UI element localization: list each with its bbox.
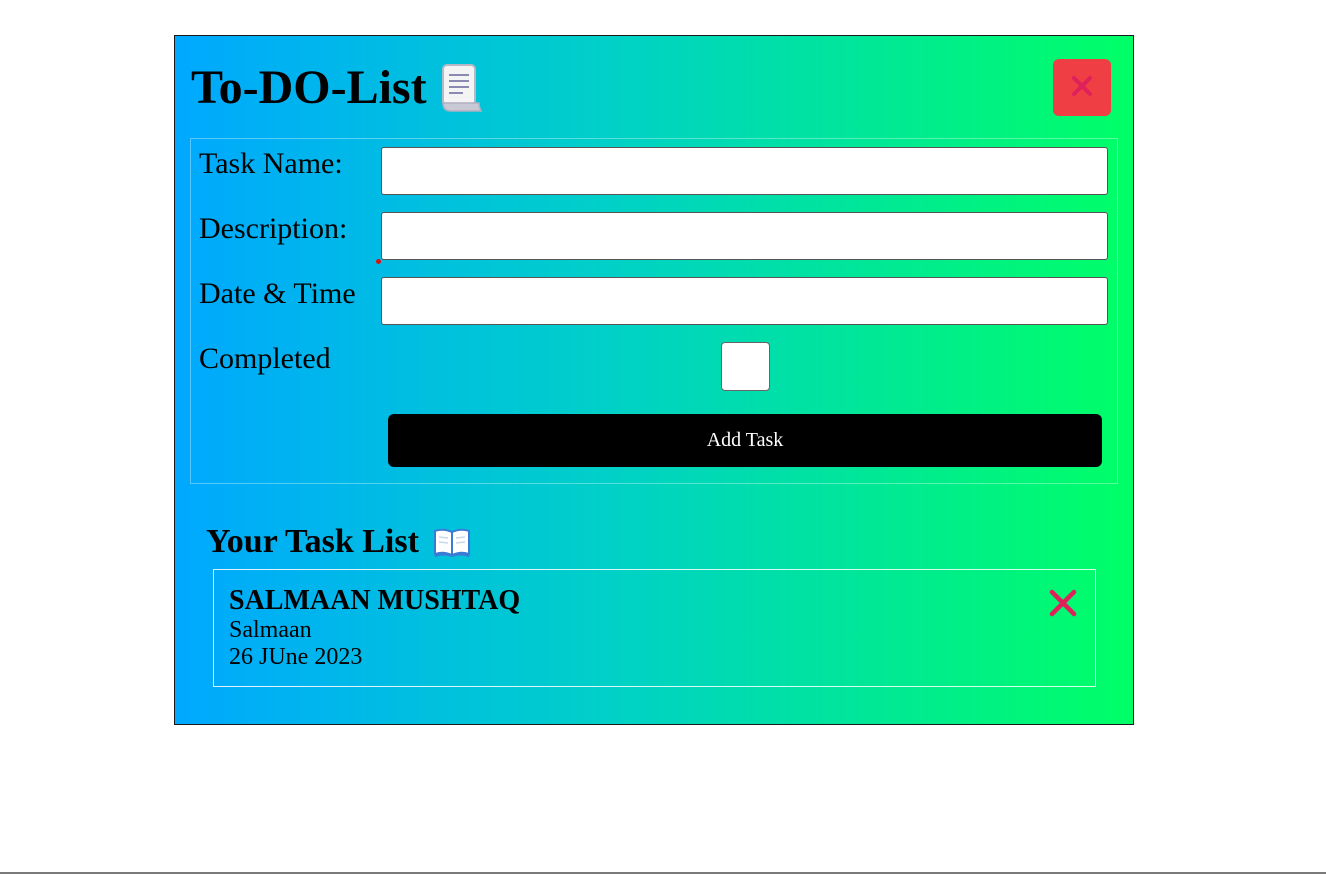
- completed-checkbox[interactable]: [721, 342, 770, 391]
- task-list-title: Your Task List: [206, 523, 419, 560]
- task-item: SALMAAN MUSHTAQ Salmaan 26 JUne 2023: [213, 569, 1096, 687]
- task-name-label: Task Name:: [199, 147, 343, 180]
- description-label: Description:: [199, 212, 348, 245]
- datetime-label: Date & Time: [199, 277, 356, 310]
- open-book-icon: [433, 526, 471, 558]
- delete-x-icon[interactable]: [1046, 586, 1080, 620]
- datetime-input[interactable]: [381, 277, 1108, 325]
- app-title: To-DO-List: [191, 61, 427, 114]
- task-item-date: 26 JUne 2023: [229, 644, 363, 670]
- close-icon: [1071, 75, 1093, 100]
- task-item-name: SALMAAN MUSHTAQ: [229, 585, 521, 616]
- add-task-button[interactable]: Add Task: [388, 414, 1102, 467]
- completed-label: Completed: [199, 342, 331, 375]
- task-name-input[interactable]: [381, 147, 1108, 195]
- task-form: Task Name: Description: Date & Time Comp…: [190, 138, 1118, 484]
- todo-app-panel: To-DO-List Task Name: Description: Date …: [174, 35, 1134, 725]
- app-header: To-DO-List: [191, 58, 483, 118]
- close-button[interactable]: [1053, 59, 1111, 116]
- task-item-description: Salmaan: [229, 617, 312, 643]
- cursor-marker: [376, 259, 381, 264]
- task-list-header: Your Task List: [206, 517, 471, 567]
- scroll-icon: [439, 63, 483, 113]
- description-input[interactable]: [381, 212, 1108, 260]
- page: To-DO-List Task Name: Description: Date …: [0, 0, 1326, 874]
